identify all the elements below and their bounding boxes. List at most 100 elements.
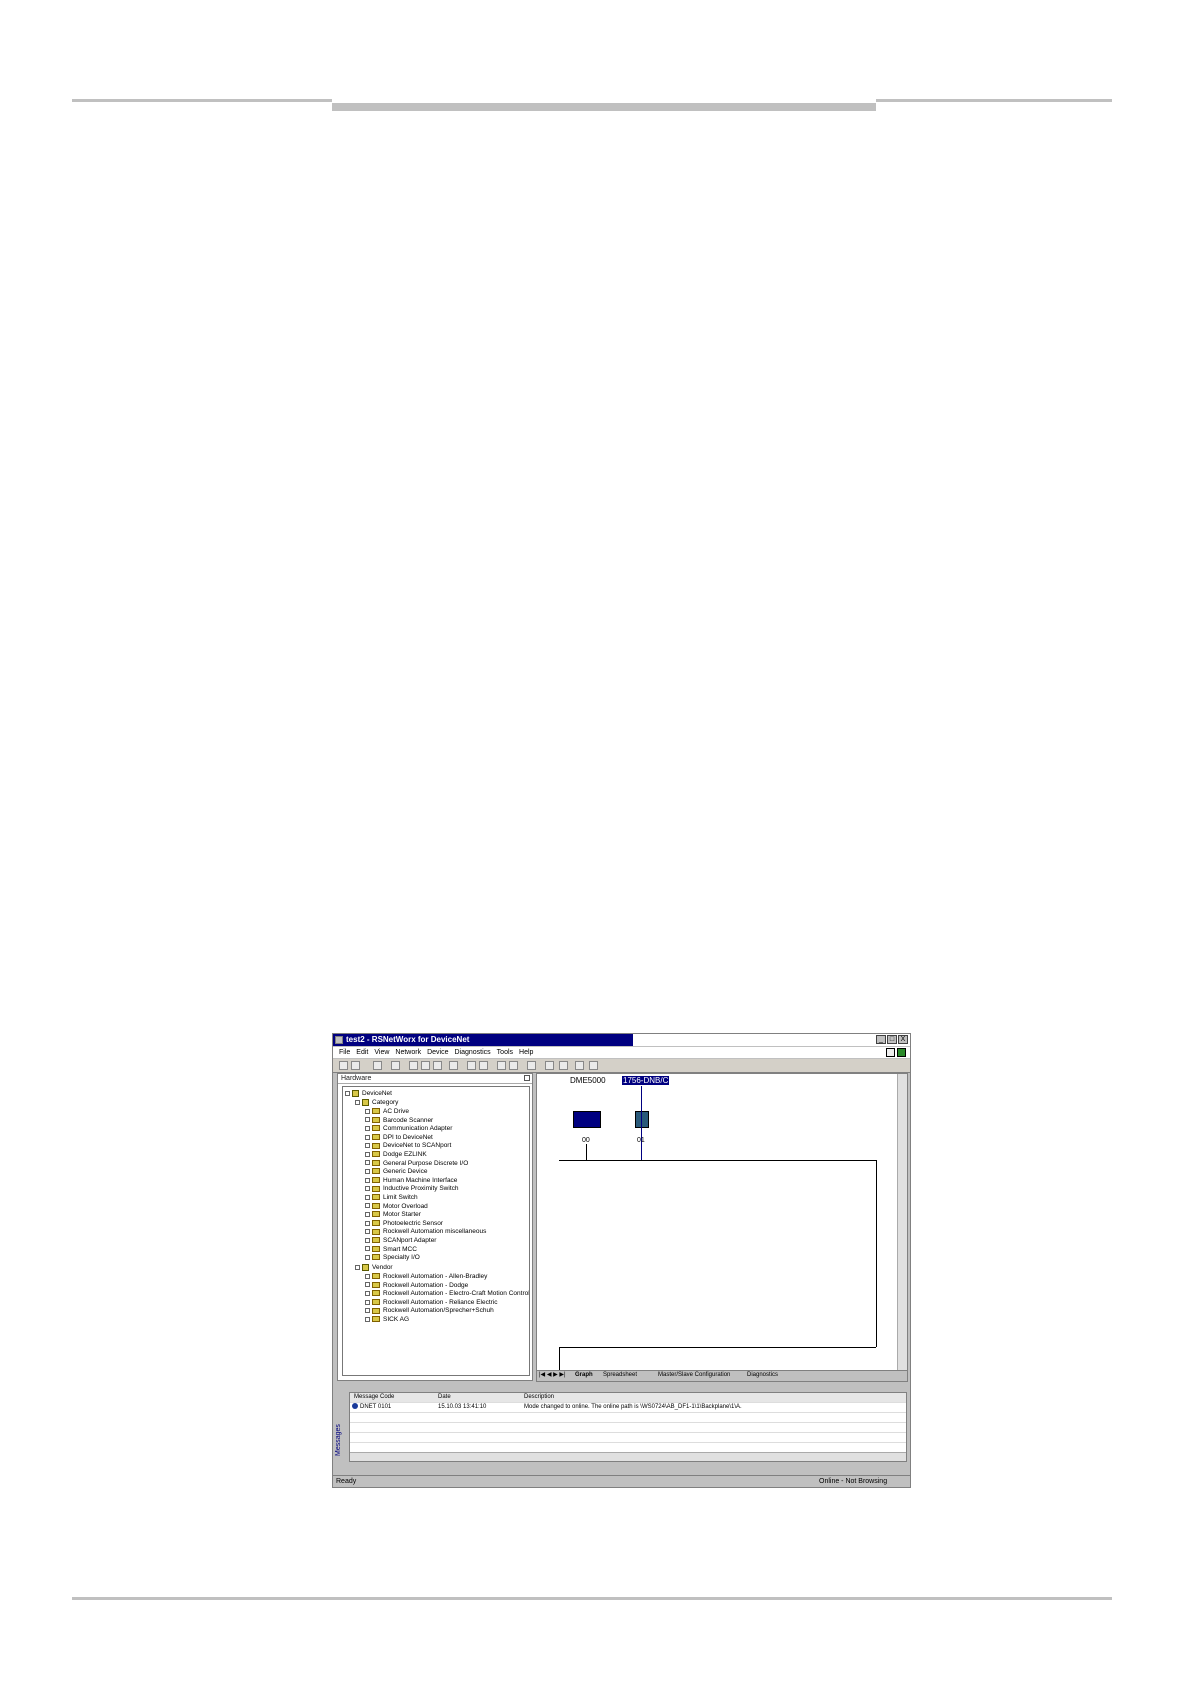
col-date[interactable]: Date xyxy=(438,1393,451,1402)
list-view-icon[interactable] xyxy=(497,1061,506,1070)
expand-icon[interactable] xyxy=(365,1308,370,1314)
zoom-out-icon[interactable] xyxy=(479,1061,488,1070)
empty-row xyxy=(350,1433,906,1443)
title-bar: test2 - RSNetWorx for DeviceNet _ □ X xyxy=(333,1034,910,1046)
expand-icon[interactable] xyxy=(365,1299,370,1305)
menu-tools[interactable]: Tools xyxy=(497,1047,513,1058)
col-description[interactable]: Description xyxy=(524,1393,554,1402)
expand-icon[interactable] xyxy=(365,1117,370,1123)
selection-line xyxy=(641,1086,642,1160)
diagnostics-icon[interactable] xyxy=(559,1061,568,1070)
menu-edit[interactable]: Edit xyxy=(356,1047,368,1058)
tab-spreadsheet[interactable]: Spreadsheet xyxy=(603,1371,637,1380)
online-icon[interactable] xyxy=(527,1061,536,1070)
col-message-code[interactable]: Message Code xyxy=(354,1393,394,1402)
folder-icon xyxy=(372,1228,380,1235)
online-indicator-icon xyxy=(886,1048,895,1057)
status-text: Ready xyxy=(336,1478,357,1485)
tab-diagnostics[interactable]: Diagnostics xyxy=(747,1371,778,1380)
properties-icon[interactable] xyxy=(575,1061,584,1070)
menu-network[interactable]: Network xyxy=(395,1047,421,1058)
menu-diagnostics[interactable]: Diagnostics xyxy=(454,1047,490,1058)
dme5000-device-icon[interactable] xyxy=(573,1111,601,1128)
expand-icon[interactable] xyxy=(365,1273,370,1279)
device-name-scanner[interactable]: 1756-DNB/C xyxy=(622,1076,670,1085)
scanner-device-icon[interactable] xyxy=(635,1111,649,1128)
message-row[interactable]: DNET 0101 15.10.03 13:41:10 Mode changed… xyxy=(350,1403,906,1413)
tree-view-icon[interactable] xyxy=(509,1061,518,1070)
rsnetworx-screenshot: test2 - RSNetWorx for DeviceNet _ □ X Fi… xyxy=(332,1033,911,1488)
expand-icon[interactable] xyxy=(365,1151,370,1157)
empty-row xyxy=(350,1423,906,1433)
expand-icon[interactable] xyxy=(365,1143,370,1149)
copy-icon[interactable] xyxy=(421,1061,430,1070)
folder-icon xyxy=(372,1194,380,1201)
folder-icon xyxy=(372,1307,380,1314)
expand-icon[interactable] xyxy=(365,1229,370,1235)
tree-vendor-item[interactable]: SICK AG xyxy=(365,1315,409,1324)
cut-icon[interactable] xyxy=(409,1061,418,1070)
collapse-icon[interactable] xyxy=(355,1099,360,1105)
tab-nav-icon[interactable]: |◀ ◀ ▶ ▶| xyxy=(539,1371,566,1380)
print-icon[interactable] xyxy=(391,1061,400,1070)
hardware-tree[interactable]: DeviceNet Category AC Drive Barcode Scann… xyxy=(342,1086,530,1376)
tab-master-slave[interactable]: Master/Slave Configuration xyxy=(658,1371,730,1380)
expand-icon[interactable] xyxy=(365,1220,370,1226)
connection-status: Online - Not Browsing xyxy=(819,1478,888,1485)
folder-icon xyxy=(372,1168,380,1175)
messages-pane: Messages Message Code Date Description D… xyxy=(335,1384,909,1472)
expand-icon[interactable] xyxy=(365,1160,370,1166)
header-rule-left xyxy=(72,99,332,102)
toolbar xyxy=(333,1059,910,1073)
expand-icon[interactable] xyxy=(365,1194,370,1200)
menu-file[interactable]: File xyxy=(339,1047,350,1058)
expand-icon[interactable] xyxy=(365,1282,370,1288)
collapse-icon[interactable] xyxy=(345,1090,350,1096)
expand-icon[interactable] xyxy=(365,1254,370,1260)
graph-vertical-scrollbar[interactable] xyxy=(897,1074,907,1381)
tree-root[interactable]: DeviceNet xyxy=(345,1089,392,1098)
expand-icon[interactable] xyxy=(365,1168,370,1174)
color-icon[interactable] xyxy=(589,1061,598,1070)
menu-view[interactable]: View xyxy=(374,1047,389,1058)
expand-icon[interactable] xyxy=(365,1246,370,1252)
messages-horizontal-scrollbar[interactable] xyxy=(350,1452,906,1461)
close-button[interactable]: X xyxy=(898,1035,908,1044)
help-pointer-icon[interactable] xyxy=(449,1061,458,1070)
folder-icon xyxy=(372,1134,380,1141)
network-browse-icon[interactable] xyxy=(545,1061,554,1070)
tab-graph[interactable]: Graph xyxy=(575,1371,593,1380)
expand-icon[interactable] xyxy=(365,1237,370,1243)
paste-icon[interactable] xyxy=(433,1061,442,1070)
zoom-in-icon[interactable] xyxy=(467,1061,476,1070)
expand-icon[interactable] xyxy=(365,1211,370,1217)
tree-vendor-node[interactable]: Vendor xyxy=(355,1263,393,1272)
drop-line xyxy=(586,1144,587,1160)
expand-icon[interactable] xyxy=(365,1134,370,1140)
expand-icon[interactable] xyxy=(365,1290,370,1296)
network-trunk-line xyxy=(559,1160,876,1161)
expand-icon[interactable] xyxy=(365,1203,370,1209)
tree-category-node[interactable]: Category xyxy=(355,1098,398,1107)
folder-icon xyxy=(372,1108,380,1115)
expand-icon[interactable] xyxy=(365,1177,370,1183)
new-icon[interactable] xyxy=(339,1061,348,1070)
message-code: DNET 0101 xyxy=(352,1403,391,1412)
expand-icon[interactable] xyxy=(365,1108,370,1114)
minimize-button[interactable]: _ xyxy=(876,1035,886,1044)
close-pane-icon[interactable] xyxy=(524,1075,530,1081)
collapse-icon[interactable] xyxy=(355,1264,360,1270)
folder-icon xyxy=(372,1281,380,1288)
folder-icon xyxy=(372,1254,380,1261)
menu-help[interactable]: Help xyxy=(519,1047,533,1058)
expand-icon[interactable] xyxy=(365,1186,370,1192)
maximize-button[interactable]: □ xyxy=(887,1035,897,1044)
open-icon[interactable] xyxy=(351,1061,360,1070)
menu-bar: File Edit View Network Device Diagnostic… xyxy=(333,1047,910,1058)
save-icon[interactable] xyxy=(373,1061,382,1070)
tree-category-item[interactable]: Specialty I/O xyxy=(365,1253,420,1262)
expand-icon[interactable] xyxy=(365,1316,370,1322)
devicenet-icon xyxy=(352,1089,359,1097)
menu-device[interactable]: Device xyxy=(427,1047,448,1058)
expand-icon[interactable] xyxy=(365,1125,370,1131)
